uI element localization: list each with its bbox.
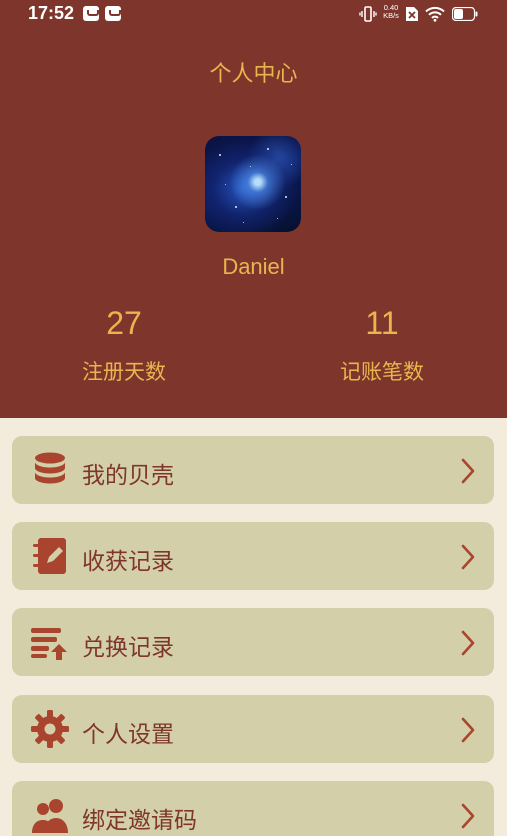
menu-item-label: 我的贝壳 [82, 463, 174, 489]
system-icons: 0.40 KB/s [359, 4, 479, 23]
network-speed: 0.40 KB/s [380, 4, 402, 20]
menu-item-harvest-records[interactable]: 收获记录 [12, 522, 494, 590]
vibrate-icon [359, 6, 377, 22]
battery-icon [452, 7, 478, 21]
database-coins-icon [35, 452, 65, 484]
menu-item-label: 兑换记录 [82, 635, 174, 661]
chevron-right-icon [461, 717, 475, 743]
status-bar: 17:52 0.40 KB/s [0, 0, 507, 28]
stat-registered-days-value: 27 [106, 305, 142, 341]
page-title: 个人中心 [209, 62, 298, 87]
stat-bookkeeping-count-label: 记账笔数 [340, 360, 424, 384]
avatar[interactable] [205, 136, 301, 232]
menu-item-label: 个人设置 [82, 722, 174, 748]
gear-icon [31, 710, 69, 748]
menu-item-label: 绑定邀请码 [82, 808, 197, 834]
profile-header: 17:52 0.40 KB/s 个人中心 Daniel 27 注册天数 11 记… [0, 0, 507, 418]
menu-item-exchange-records[interactable]: 兑换记录 [12, 608, 494, 676]
menu-item-label: 收获记录 [82, 549, 174, 575]
status-time: 17:52 [28, 3, 75, 23]
user-group-icon [32, 799, 68, 833]
chevron-right-icon [461, 458, 475, 484]
menu-item-my-shells[interactable]: 我的贝壳 [12, 436, 494, 504]
network-speed-unit: KB/s [383, 11, 399, 20]
menu-item-bind-invite-code[interactable]: 绑定邀请码 [12, 781, 494, 836]
username: Daniel [222, 254, 285, 279]
menu-item-personal-settings[interactable]: 个人设置 [12, 695, 494, 763]
app-notification-icon [83, 6, 99, 21]
app-notification-icon [105, 6, 121, 21]
notebook-edit-icon [33, 538, 66, 574]
wifi-icon [425, 6, 445, 22]
chevron-right-icon [461, 630, 475, 656]
list-upload-icon [31, 628, 67, 660]
chevron-right-icon [461, 544, 475, 570]
chevron-right-icon [461, 803, 475, 829]
stat-registered-days-label: 注册天数 [82, 360, 166, 384]
stat-bookkeeping-count-value: 11 [365, 305, 399, 341]
no-sim-icon [406, 7, 418, 21]
